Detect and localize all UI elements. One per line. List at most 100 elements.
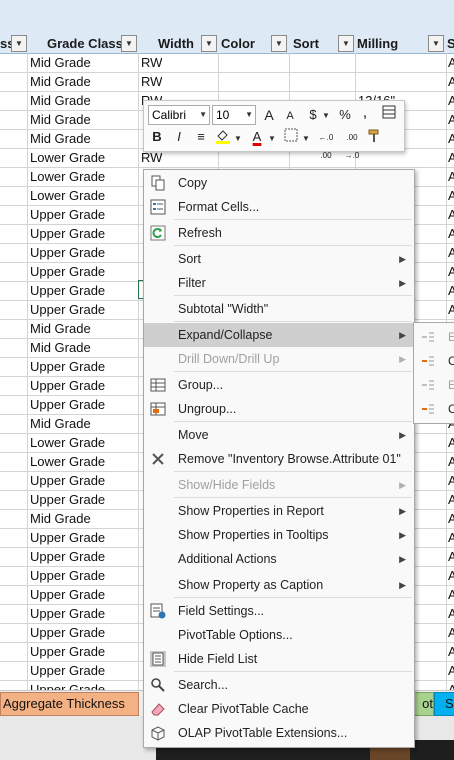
cell-grade-class[interactable]: Upper Grade: [30, 490, 105, 509]
filter-dropdown-sort[interactable]: ▼: [338, 35, 354, 52]
cell-grade-class[interactable]: Mid Grade: [30, 509, 91, 528]
menu-item-pivottable-options[interactable]: PivotTable Options...: [144, 623, 414, 647]
cell-extra[interactable]: A: [448, 91, 454, 110]
cell-grade-class[interactable]: Upper Grade: [30, 566, 105, 585]
menu-item-clear-pivottable-cache[interactable]: Clear PivotTable Cache: [144, 697, 414, 721]
menu-item-additional-actions[interactable]: Additional Actions ▶: [144, 547, 414, 571]
menu-item-search[interactable]: Search...: [144, 673, 414, 697]
cell-grade-class[interactable]: Upper Grade: [30, 642, 105, 661]
cell-extra[interactable]: A: [448, 528, 454, 547]
filter-dropdown-col0[interactable]: ▼: [11, 35, 27, 52]
fill-color-icon[interactable]: [214, 128, 232, 146]
chevron-down-icon[interactable]: ▼: [302, 134, 310, 143]
filter-dropdown-color[interactable]: ▼: [271, 35, 287, 52]
cell-extra[interactable]: A: [448, 110, 454, 129]
menu-item-remove-inventory-browse-attribute-01[interactable]: Remove "Inventory Browse.Attribute 01": [144, 447, 414, 471]
cell-width[interactable]: RW: [141, 53, 162, 72]
percent-format-icon[interactable]: %: [336, 106, 354, 124]
submenu-item[interactable]: C: [418, 397, 454, 421]
cell-grade-class[interactable]: Mid Grade: [30, 110, 91, 129]
filter-dropdown-width[interactable]: ▼: [201, 35, 217, 52]
cell-extra[interactable]: A: [448, 243, 454, 262]
sheet-tab-aggregate-thickness[interactable]: Aggregate Thickness: [0, 692, 139, 716]
menu-item-group[interactable]: Group...: [144, 373, 414, 397]
cell-extra[interactable]: A: [448, 433, 454, 452]
cell-grade-class[interactable]: Upper Grade: [30, 376, 105, 395]
cell-extra[interactable]: A: [448, 547, 454, 566]
menu-item-show-properties-in-report[interactable]: Show Properties in Report ▶: [144, 499, 414, 523]
menu-item-move[interactable]: Move ▶: [144, 423, 414, 447]
cell-extra[interactable]: A: [448, 490, 454, 509]
shrink-font-icon[interactable]: A: [281, 107, 299, 125]
cell-grade-class[interactable]: Upper Grade: [30, 243, 105, 262]
cell-extra[interactable]: A: [448, 224, 454, 243]
cell-grade-class[interactable]: Lower Grade: [30, 148, 105, 167]
cell-extra[interactable]: A: [448, 585, 454, 604]
font-size-combo[interactable]: 10 ▼: [212, 105, 256, 125]
cell-extra[interactable]: A: [448, 566, 454, 585]
menu-item-ungroup[interactable]: Ungroup...: [144, 397, 414, 421]
cell-extra[interactable]: A: [448, 471, 454, 490]
cell-extra[interactable]: A: [448, 623, 454, 642]
cell-extra[interactable]: A: [448, 281, 454, 300]
cell-extra[interactable]: A: [448, 72, 454, 91]
menu-item-expand-collapse[interactable]: Expand/Collapse ▶: [144, 323, 414, 347]
cell-extra[interactable]: A: [448, 205, 454, 224]
cell-grade-class[interactable]: Upper Grade: [30, 395, 105, 414]
format-painter-icon[interactable]: [366, 128, 384, 146]
cell-grade-class[interactable]: Upper Grade: [30, 623, 105, 642]
cell-grade-class[interactable]: Mid Grade: [30, 91, 91, 110]
cell-grade-class[interactable]: Mid Grade: [30, 129, 91, 148]
cell-grade-class[interactable]: Upper Grade: [30, 471, 105, 490]
cell-grade-class[interactable]: Mid Grade: [30, 338, 91, 357]
menu-item-copy[interactable]: Copy: [144, 171, 414, 195]
cell-grade-class[interactable]: Upper Grade: [30, 300, 105, 319]
cell-extra[interactable]: A: [448, 642, 454, 661]
cell-extra[interactable]: A: [448, 661, 454, 680]
table-row[interactable]: Mid Grade RW A: [0, 72, 454, 92]
chevron-down-icon[interactable]: ▼: [234, 134, 242, 143]
menu-item-sort[interactable]: Sort ▶: [144, 247, 414, 271]
cell-grade-class[interactable]: Lower Grade: [30, 452, 105, 471]
submenu-item[interactable]: C: [418, 349, 454, 373]
cell-grade-class[interactable]: Mid Grade: [30, 414, 91, 433]
cell-grade-class[interactable]: Upper Grade: [30, 604, 105, 623]
sheet-tab-blue[interactable]: S: [434, 692, 454, 716]
cell-grade-class[interactable]: Mid Grade: [30, 72, 91, 91]
cell-grade-class[interactable]: Upper Grade: [30, 281, 105, 300]
cell-extra[interactable]: A: [448, 53, 454, 72]
cell-grade-class[interactable]: Upper Grade: [30, 262, 105, 281]
cell-grade-class[interactable]: Mid Grade: [30, 53, 91, 72]
cell-extra[interactable]: A: [448, 148, 454, 167]
chevron-down-icon[interactable]: ▼: [322, 111, 330, 120]
cell-grade-class[interactable]: Lower Grade: [30, 186, 105, 205]
cell-extra[interactable]: A: [448, 300, 454, 319]
chevron-down-icon[interactable]: ▼: [268, 134, 276, 143]
cell-width[interactable]: RW: [141, 72, 162, 91]
cell-extra[interactable]: A: [448, 262, 454, 281]
cell-grade-class[interactable]: Lower Grade: [30, 167, 105, 186]
table-row[interactable]: Mid Grade RW A: [0, 53, 454, 73]
cell-grade-class[interactable]: Upper Grade: [30, 585, 105, 604]
comma-style-icon[interactable]: ,: [356, 104, 374, 122]
menu-item-show-properties-in-tooltips[interactable]: Show Properties in Tooltips ▶: [144, 523, 414, 547]
filter-dropdown-milling[interactable]: ▼: [428, 35, 444, 52]
format-table-icon[interactable]: [380, 105, 398, 123]
borders-icon[interactable]: [282, 128, 300, 146]
cell-extra[interactable]: A: [448, 167, 454, 186]
font-name-combo[interactable]: Calibri ▼: [148, 105, 210, 125]
menu-item-olap-pivottable-extensions[interactable]: OLAP PivotTable Extensions...: [144, 721, 414, 745]
grow-font-icon[interactable]: A: [260, 106, 278, 124]
menu-item-hide-field-list[interactable]: Hide Field List: [144, 647, 414, 671]
cell-extra[interactable]: A: [448, 129, 454, 148]
menu-item-show-property-as-caption[interactable]: Show Property as Caption ▶: [144, 573, 414, 597]
menu-item-filter[interactable]: Filter ▶: [144, 271, 414, 295]
filter-active-grade-class[interactable]: ▼: [121, 35, 137, 52]
cell-grade-class[interactable]: Upper Grade: [30, 205, 105, 224]
cell-extra[interactable]: A: [448, 452, 454, 471]
align-center-icon[interactable]: ≡: [192, 128, 210, 146]
cell-grade-class[interactable]: Upper Grade: [30, 661, 105, 680]
currency-format-icon[interactable]: $: [304, 106, 322, 124]
decrease-decimal-icon[interactable]: .00 →.0: [340, 129, 364, 160]
menu-item-format-cells[interactable]: Format Cells...: [144, 195, 414, 219]
